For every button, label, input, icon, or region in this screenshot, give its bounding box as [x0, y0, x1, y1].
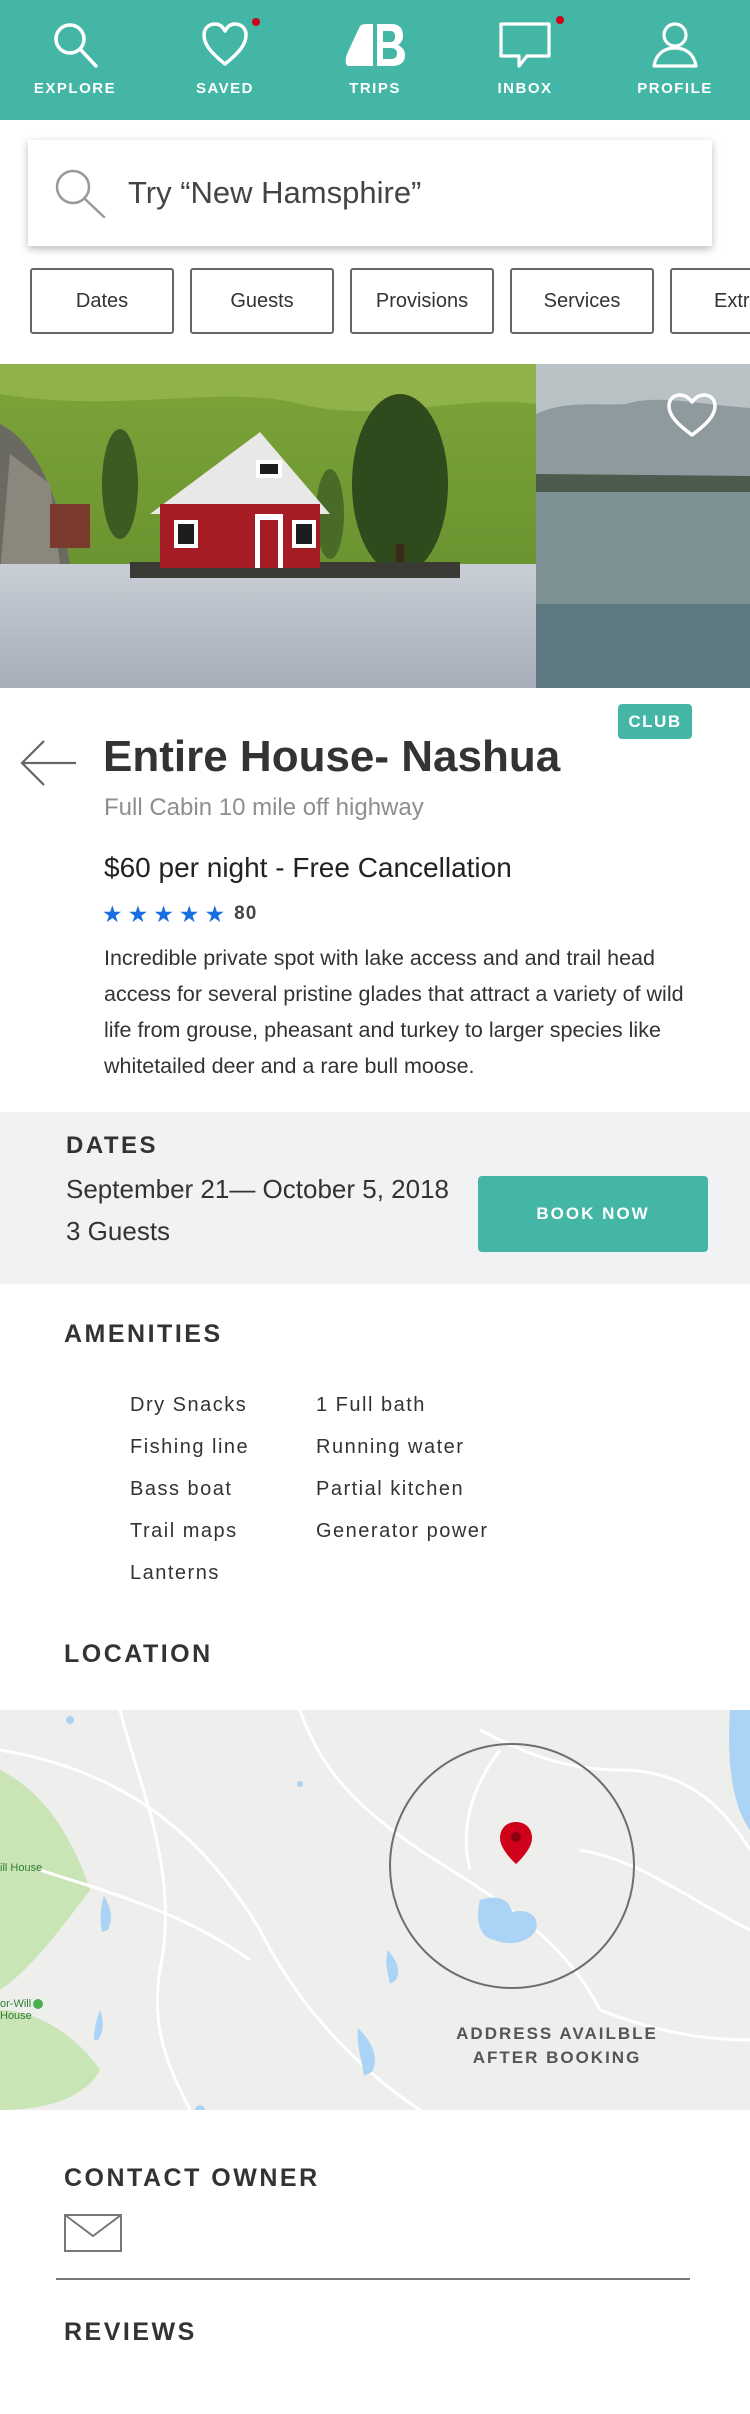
filter-guests[interactable]: Guests — [190, 268, 334, 334]
amenity-item: Bass boat — [130, 1478, 233, 1500]
filter-extras[interactable]: Extras — [670, 268, 750, 334]
map-place-label: ill House — [0, 1862, 43, 1874]
section-divider — [56, 2278, 690, 2280]
amenity-item: Generator power — [316, 1520, 489, 1542]
nav-saved[interactable]: SAVED — [150, 0, 300, 120]
amenity-item: Running water — [316, 1436, 465, 1458]
address-note: ADDRESS AVAILBLE AFTER BOOKING — [456, 2024, 658, 2067]
amenity-item: Dry Snacks — [130, 1394, 248, 1416]
amenities-list-left: Dry Snacks Fishing line Bass boat Trail … — [130, 1384, 249, 1594]
listing-description: Incredible private spot with lake access… — [104, 946, 684, 1078]
star-icon: ★ — [178, 901, 200, 927]
nav-label: SAVED — [195, 80, 255, 97]
search-icon — [54, 23, 98, 68]
filter-dates[interactable]: Dates — [30, 268, 174, 334]
book-now-button[interactable]: BOOK NOW — [478, 1176, 708, 1252]
nav-label: INBOX — [497, 80, 553, 97]
amenity-item: Lanterns — [130, 1562, 220, 1584]
mail-icon[interactable] — [64, 2214, 122, 2252]
guest-count[interactable]: 3 Guests — [66, 1216, 170, 1247]
filter-provisions[interactable]: Provisions — [350, 268, 494, 334]
top-nav: EXPLORE SAVED TRIPS INBOX PROFILE — [0, 0, 750, 120]
rating[interactable]: ★ ★ ★ ★ ★ 80 — [102, 902, 257, 926]
filter-services[interactable]: Services — [510, 268, 654, 334]
reviews-heading: REVIEWS — [64, 2318, 197, 2346]
star-icon: ★ — [127, 901, 149, 927]
location-heading: LOCATION — [64, 1640, 213, 1668]
listing-subtitle: Full Cabin 10 mile off highway — [104, 794, 424, 821]
date-range[interactable]: September 21— October 5, 2018 — [66, 1174, 449, 1205]
dates-heading: DATES — [66, 1132, 159, 1159]
heart-icon — [202, 22, 248, 66]
user-icon — [652, 22, 698, 68]
star-icon: ★ — [153, 901, 174, 927]
amenity-item: Partial kitchen — [316, 1478, 465, 1500]
amenity-item: Fishing line — [130, 1436, 250, 1458]
trips-logo-icon — [345, 24, 405, 66]
star-icon: ★ — [204, 901, 226, 927]
search-input[interactable] — [128, 175, 688, 211]
nav-label: EXPLORE — [33, 80, 117, 97]
club-badge: CLUB — [618, 704, 692, 739]
nav-label: TRIPS — [349, 80, 401, 97]
listing-photos[interactable] — [0, 364, 750, 688]
nav-label: PROFILE — [637, 80, 713, 97]
nav-explore[interactable]: EXPLORE — [0, 0, 150, 120]
cabin-photo[interactable] — [0, 364, 536, 688]
map-place-label: or-Will House — [0, 1998, 32, 2022]
listing-price: $60 per night - Free Cancellation — [104, 852, 512, 883]
amenity-item: 1 Full bath — [316, 1394, 426, 1416]
search-bar[interactable] — [28, 140, 712, 246]
back-arrow-icon[interactable] — [18, 738, 78, 788]
amenity-item: Trail maps — [130, 1520, 238, 1542]
search-icon — [55, 169, 106, 219]
dates-section: DATES September 21— October 5, 2018 3 Gu… — [0, 1112, 750, 1284]
message-icon — [499, 22, 551, 68]
inbox-badge-dot — [556, 16, 564, 24]
nav-profile[interactable]: PROFILE — [600, 0, 750, 120]
nav-trips[interactable]: TRIPS — [300, 0, 450, 120]
star-icon: ★ — [102, 901, 123, 927]
filter-chips: Dates Guests Provisions Services Extras — [30, 268, 750, 334]
contact-owner-heading: CONTACT OWNER — [64, 2164, 320, 2192]
amenities-heading: AMENITIES — [64, 1320, 223, 1348]
saved-badge-dot — [252, 18, 260, 26]
listing-title: Entire House- Nashua — [103, 732, 561, 781]
rating-count: 80 — [234, 903, 258, 924]
amenities-list-right: 1 Full bath Running water Partial kitche… — [316, 1384, 489, 1552]
nav-inbox[interactable]: INBOX — [450, 0, 600, 120]
favorite-heart-icon[interactable] — [666, 392, 718, 438]
